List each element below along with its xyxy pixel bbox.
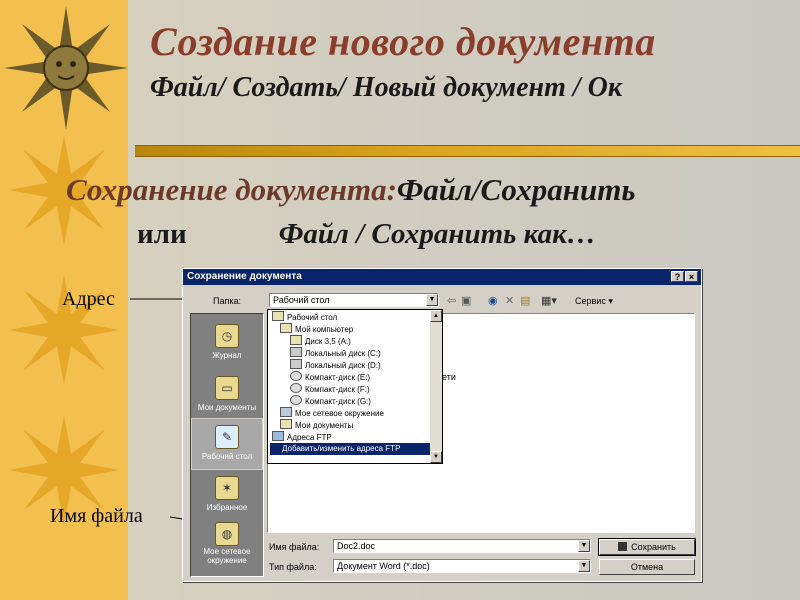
filename-label: Имя файла: bbox=[269, 542, 320, 552]
dropdown-item[interactable]: Диск 3,5 (A:) bbox=[290, 335, 351, 347]
network-icon bbox=[280, 407, 292, 417]
drive-icon bbox=[290, 347, 302, 357]
folder-icon: ▭ bbox=[215, 376, 239, 400]
save-as-line: или Файл / Сохранить как… bbox=[137, 218, 596, 251]
cd-icon bbox=[290, 395, 302, 405]
dropdown-item-label: Рабочий стол bbox=[287, 313, 338, 322]
save-button[interactable]: Сохранить bbox=[598, 538, 696, 556]
page-subtitle: Файл/ Создать/ Новый документ / Ок bbox=[150, 72, 623, 103]
dropdown-item-label: Компакт-диск (G:) bbox=[305, 397, 371, 406]
dropdown-item[interactable]: Локальный диск (D:) bbox=[290, 359, 381, 371]
divider-rule bbox=[135, 145, 800, 157]
partial-list-text: ети bbox=[442, 372, 456, 382]
dropdown-item-label: Локальный диск (D:) bbox=[305, 361, 381, 370]
save-as-command: Файл / Сохранить как… bbox=[278, 218, 596, 250]
dropdown-item[interactable]: Мои документы bbox=[280, 419, 353, 431]
place-desktop[interactable]: ✎ Рабочий стол bbox=[191, 418, 263, 470]
cd-icon bbox=[290, 371, 302, 381]
save-command: Файл/Сохранить bbox=[396, 172, 636, 207]
callout-address: Адрес bbox=[62, 288, 115, 310]
views-icon[interactable]: ▦▾ bbox=[541, 295, 557, 307]
delete-icon[interactable]: ✕ bbox=[505, 295, 514, 307]
callout-filename: Имя файла bbox=[50, 505, 143, 527]
place-label: Журнал bbox=[212, 351, 242, 360]
folder-dropdown[interactable]: Рабочий стол Мой компьютер Диск 3,5 (A:)… bbox=[267, 309, 443, 464]
close-button[interactable]: × bbox=[685, 271, 698, 282]
dropdown-item-label: Диск 3,5 (A:) bbox=[305, 337, 351, 346]
dropdown-item-label: Мое сетевое окружение bbox=[295, 409, 384, 418]
up-folder-icon[interactable]: ▣ bbox=[461, 295, 471, 307]
dropdown-item[interactable]: Локальный диск (C:) bbox=[290, 347, 381, 359]
save-button-label: Сохранить bbox=[631, 542, 676, 552]
place-label: Мое сетевое окружение bbox=[203, 547, 251, 565]
help-button[interactable]: ? bbox=[671, 271, 684, 282]
dropdown-scrollbar[interactable]: ▲ ▼ bbox=[430, 310, 442, 463]
dropdown-item[interactable]: Компакт-диск (E:) bbox=[290, 371, 370, 383]
save-heading: Сохранение документа:Файл/Сохранить bbox=[66, 172, 636, 208]
dropdown-item[interactable]: Мое сетевое окружение bbox=[280, 407, 384, 419]
dialog-titlebar: Сохранение документа ? × bbox=[183, 269, 701, 285]
dropdown-item[interactable]: Адреса FTP bbox=[272, 431, 332, 443]
ftp-icon bbox=[272, 431, 284, 441]
dropdown-item[interactable]: Компакт-диск (F:) bbox=[290, 383, 370, 395]
dropdown-item-label: Компакт-диск (E:) bbox=[305, 373, 371, 382]
dropdown-item-selected[interactable]: Добавить/изменить адреса FTP bbox=[270, 443, 432, 455]
drive-icon bbox=[290, 359, 302, 369]
dropdown-item[interactable]: Компакт-диск (G:) bbox=[290, 395, 371, 407]
network-icon: ◍ bbox=[215, 522, 239, 546]
save-heading-label: Сохранение документа: bbox=[66, 172, 397, 207]
dropdown-item-label: Добавить/изменить адреса FTP bbox=[282, 444, 401, 453]
filetype-label: Тип файла: bbox=[269, 562, 317, 572]
page-title: Создание нового документа bbox=[150, 19, 656, 64]
filetype-value: Документ Word (*.doc) bbox=[337, 561, 430, 571]
floppy-icon bbox=[290, 335, 302, 345]
place-network[interactable]: ◍ Мое сетевое окружение bbox=[191, 520, 263, 576]
dropdown-item-label: Локальный диск (C:) bbox=[305, 349, 381, 358]
folder-value: Рабочий стол bbox=[273, 295, 330, 305]
filename-value: Doc2.doc bbox=[337, 541, 376, 551]
dropdown-item[interactable]: Рабочий стол bbox=[272, 311, 337, 323]
filename-input[interactable]: Doc2.doc ▼ bbox=[333, 539, 591, 553]
tools-label: Сервис bbox=[575, 296, 606, 306]
desktop-icon: ✎ bbox=[215, 425, 239, 449]
tools-menu[interactable]: Сервис ▾ bbox=[575, 295, 613, 307]
back-icon[interactable]: ⇦ bbox=[447, 295, 456, 307]
place-favorites[interactable]: ✶ Избранное bbox=[191, 470, 263, 522]
cancel-button[interactable]: Отмена bbox=[599, 559, 695, 575]
places-bar: ◷ Журнал ▭ Мои документы ✎ Рабочий стол … bbox=[190, 313, 264, 577]
dropdown-item-label: Адреса FTP bbox=[287, 433, 332, 442]
favorites-icon: ✶ bbox=[215, 476, 239, 500]
dropdown-item-label: Мой компьютер bbox=[295, 325, 354, 334]
save-dialog: Сохранение документа ? × Папка: Рабочий … bbox=[182, 268, 702, 582]
computer-icon bbox=[280, 323, 292, 333]
place-my-documents[interactable]: ▭ Мои документы bbox=[191, 370, 263, 422]
or-label: или bbox=[137, 218, 187, 250]
folder-label: Папка: bbox=[213, 296, 241, 306]
chevron-down-icon[interactable]: ▼ bbox=[426, 294, 438, 306]
search-web-icon[interactable]: ◉ bbox=[488, 295, 498, 307]
place-label: Избранное bbox=[206, 503, 248, 512]
chevron-down-icon[interactable]: ▼ bbox=[578, 560, 590, 572]
cd-icon bbox=[290, 383, 302, 393]
dropdown-item-label: Компакт-диск (F:) bbox=[305, 385, 370, 394]
place-history[interactable]: ◷ Журнал bbox=[191, 318, 263, 370]
chevron-down-icon[interactable]: ▼ bbox=[578, 540, 590, 552]
filetype-select[interactable]: Документ Word (*.doc) ▼ bbox=[333, 559, 591, 573]
folder-combo[interactable]: Рабочий стол ▼ bbox=[269, 293, 439, 307]
place-label: Мои документы bbox=[197, 403, 257, 412]
history-icon: ◷ bbox=[215, 324, 239, 348]
new-folder-icon[interactable]: ▤ bbox=[520, 295, 530, 307]
save-disk-icon bbox=[618, 542, 628, 551]
dropdown-item[interactable]: Мой компьютер bbox=[280, 323, 353, 335]
folder-icon bbox=[280, 419, 292, 429]
desktop-icon bbox=[272, 311, 284, 321]
dropdown-item-label: Мои документы bbox=[295, 421, 354, 430]
dialog-title: Сохранение документа bbox=[187, 271, 302, 282]
scroll-up-icon[interactable]: ▲ bbox=[430, 310, 442, 322]
scroll-down-icon[interactable]: ▼ bbox=[430, 451, 442, 463]
place-label: Рабочий стол bbox=[201, 452, 253, 461]
